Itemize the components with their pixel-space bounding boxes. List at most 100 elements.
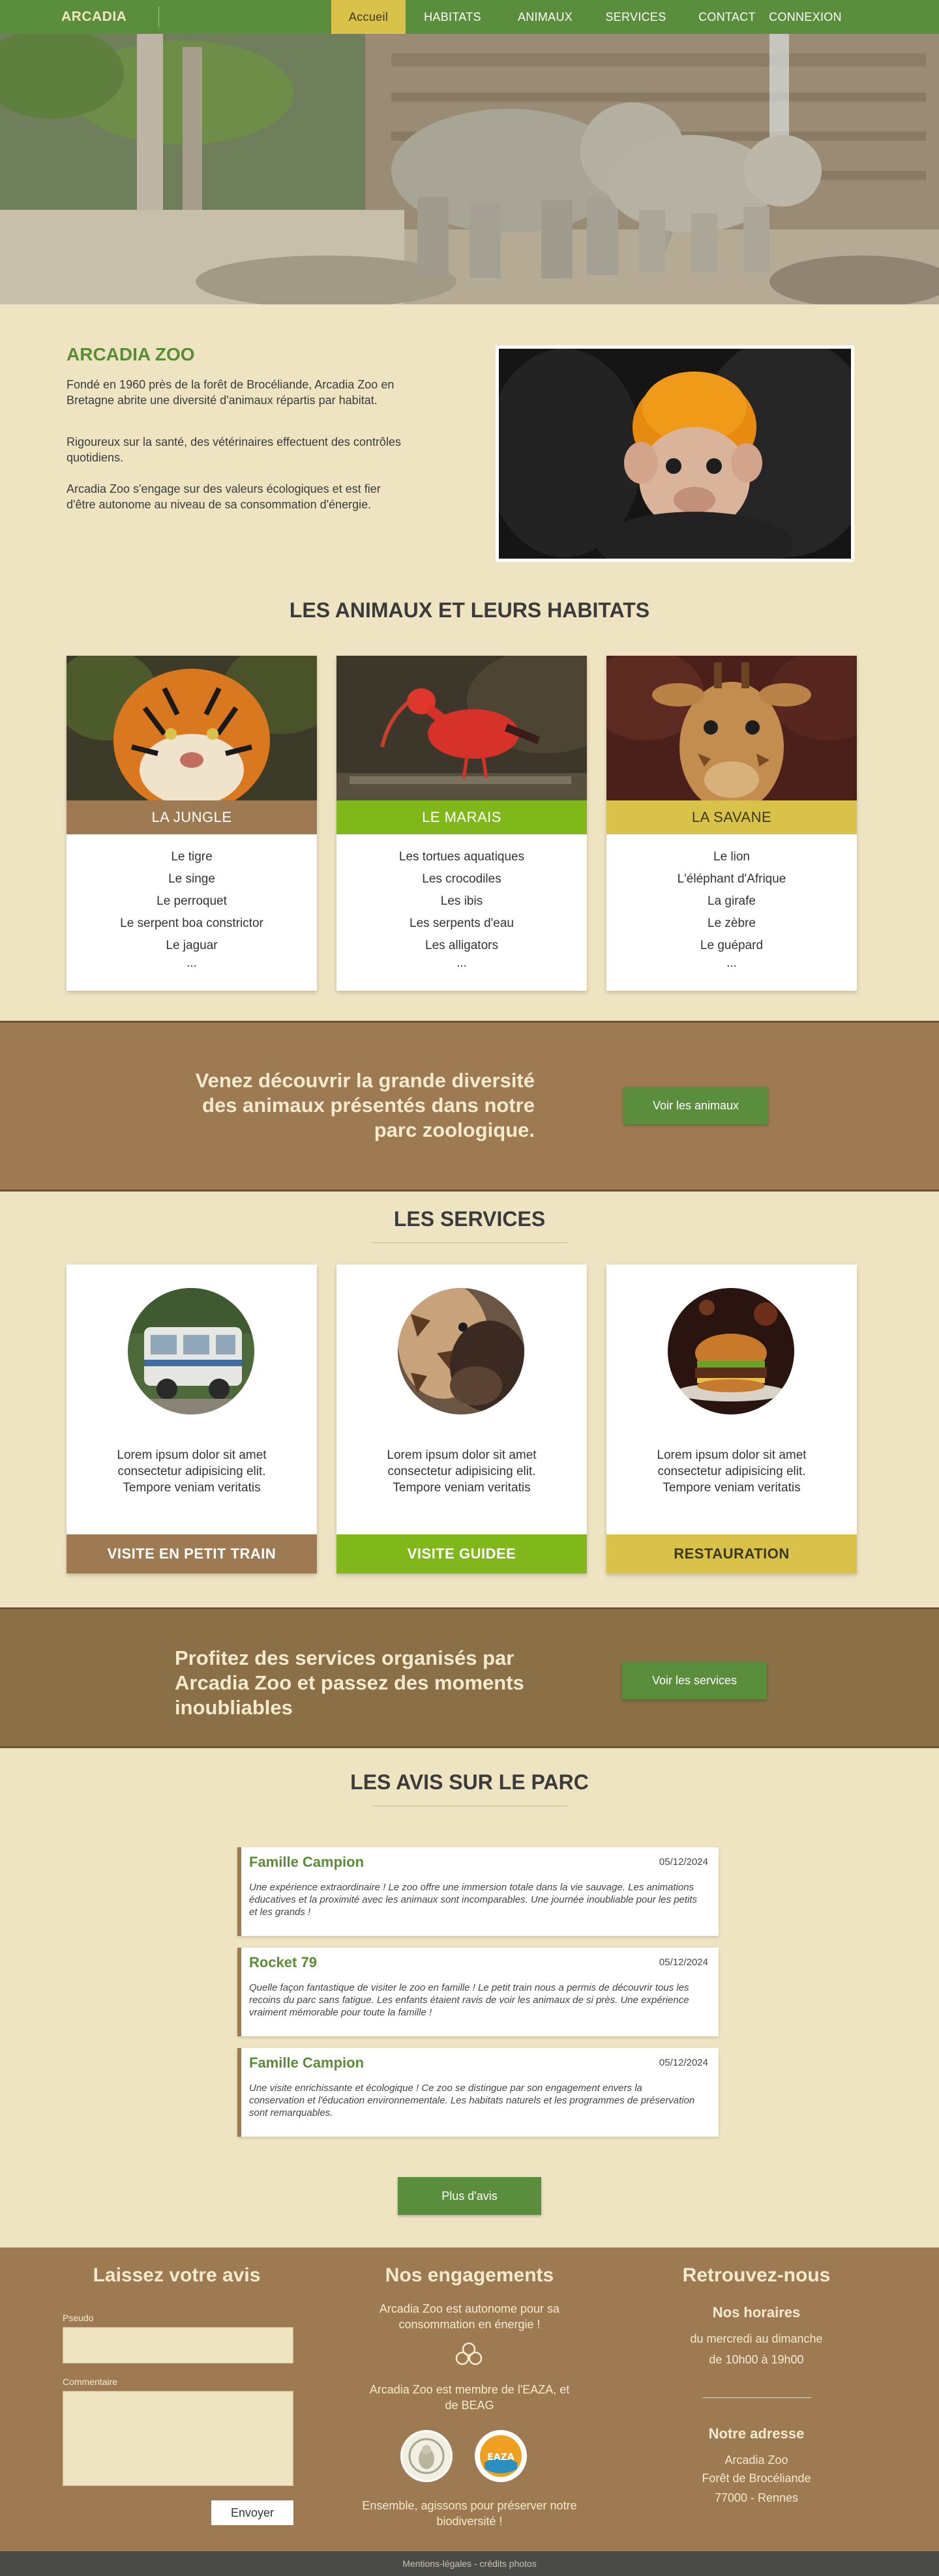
address-title: Notre adresse (708, 2425, 805, 2442)
nav-connexion[interactable]: CONNEXION (769, 0, 841, 34)
list-item: Le perroquet (156, 894, 227, 908)
giraffe-photo (606, 656, 857, 800)
see-animals-button[interactable]: Voir les animaux (623, 1087, 768, 1124)
more-reviews-button[interactable]: Plus d'avis (398, 2177, 541, 2215)
hours-time: de 10h00 à 19h00 (709, 2353, 804, 2366)
services-section-title: LES SERVICES (393, 1207, 546, 1231)
engagements-membership-text: Arcadia Zoo est membre de l'EAZA, et de … (369, 2383, 570, 2412)
legal-links[interactable]: Mentions-légales - crédits photos (402, 2558, 536, 2569)
train-photo (128, 1288, 254, 1414)
see-services-button[interactable]: Voir les services (622, 1661, 767, 1699)
eaza-logo-text: EAZA (487, 2452, 514, 2463)
submit-review-button[interactable]: Envoyer (211, 2500, 293, 2525)
service-card-restaurant[interactable]: Lorem ipsum dolor sit amet consectetur a… (606, 1265, 857, 1573)
review-text: Une visite enrichissante et écologique !… (249, 2083, 695, 2118)
review-text: Une expérience extraordinaire ! Le zoo o… (249, 1882, 698, 1918)
engagements-biodiversity-text: Ensemble, agissons pour préserver notre … (362, 2499, 577, 2528)
footer: Laissez votre avis Pseudo Commentaire En… (0, 2247, 939, 2551)
engagements-title: Nos engagements (385, 2264, 554, 2286)
habitat-card-savane[interactable]: LA SAVANE Le lion L'éléphant d'Afrique L… (606, 656, 857, 991)
habitat-jungle-animal-list: Le tigre Le singe Le perroquet Le serpen… (67, 846, 317, 970)
list-item: Le lion (713, 850, 750, 864)
list-item: Les crocodiles (422, 872, 501, 886)
habitat-marais-title: LE MARAIS (336, 800, 587, 834)
service-guided-description: Lorem ipsum dolor sit amet consectetur a… (387, 1448, 537, 1495)
review-author: Famille Campion (249, 1854, 365, 1870)
contact-divider (703, 2397, 811, 2398)
review-text: Quelle façon fantastique de visiter le z… (249, 1982, 689, 2018)
comment-label: Commentaire (63, 2377, 118, 2387)
animals-banner-text: Venez découvrir la grande diversité des … (195, 1069, 535, 1141)
list-item: ... (186, 956, 197, 970)
review-form-title: Laissez votre avis (93, 2264, 261, 2286)
restaurant-burger-photo (668, 1288, 794, 1414)
review-card: Famille Campion 05/12/2024 Une expérienc… (237, 1847, 719, 1936)
list-item: L'éléphant d'Afrique (677, 872, 786, 886)
nav-links: Accueil HABITATS ANIMAUX SERVICES CONTAC… (331, 0, 842, 34)
habitat-card-jungle[interactable]: LA JUNGLE Le tigre Le singe Le perroquet… (67, 656, 317, 991)
pseudo-input[interactable] (63, 2327, 293, 2364)
brand-divider (158, 7, 159, 27)
habitat-savane-title: LA SAVANE (606, 800, 857, 834)
services-title-underline (372, 1242, 567, 1243)
address-line-1: Arcadia Zoo (724, 2453, 788, 2466)
top-navbar: ARCADIA Accueil HABITATS ANIMAUX SERVICE… (0, 0, 939, 34)
list-item: Le tigre (171, 850, 213, 864)
review-card: Rocket 79 05/12/2024 Quelle façon fantas… (237, 1948, 719, 2036)
nav-habitats[interactable]: HABITATS (406, 0, 499, 34)
ibis-photo (336, 656, 587, 800)
address-line-3: 77000 - Rennes (714, 2491, 799, 2504)
hours-days: du mercredi au dimanche (690, 2332, 823, 2345)
ecology-flower-icon (453, 2341, 485, 2370)
services-banner-text: Profitez des services organisés par Arca… (175, 1647, 524, 1719)
comment-textarea[interactable] (63, 2391, 293, 2486)
review-author: Rocket 79 (249, 1954, 317, 1970)
list-item: Les alligators (425, 939, 498, 952)
service-guided-title: VISITE GUIDEE (336, 1534, 587, 1573)
eaza-logo: EAZA (475, 2430, 527, 2482)
nav-accueil[interactable]: Accueil (331, 0, 406, 34)
list-item: Les ibis (440, 894, 483, 908)
nav-services[interactable]: SERVICES (591, 0, 681, 34)
guided-visit-photo (398, 1288, 524, 1414)
animals-banner: Venez découvrir la grande diversité des … (0, 1021, 939, 1192)
services-banner: Profitez des services organisés par Arca… (0, 1607, 939, 1748)
list-item: ... (456, 956, 467, 970)
about-monkey-photo (496, 345, 854, 562)
pseudo-label: Pseudo (63, 2313, 94, 2323)
about-title: ARCADIA ZOO (67, 344, 195, 364)
habitat-savane-animal-list: Le lion L'éléphant d'Afrique La girafe L… (606, 846, 857, 970)
nav-contact[interactable]: CONTACT (681, 0, 773, 34)
address-line-2: Forêt de Brocéliande (702, 2472, 811, 2485)
list-item: Les tortues aquatiques (398, 850, 525, 864)
hours-title: Nos horaires (712, 2304, 801, 2320)
list-item: ... (726, 956, 737, 970)
beag-logo (400, 2430, 453, 2482)
review-date: 05/12/2024 (659, 2057, 708, 2068)
list-item: Le jaguar (166, 939, 218, 952)
tiger-photo (67, 656, 317, 800)
habitats-section-title: LES ANIMAUX ET LEURS HABITATS (289, 598, 650, 622)
review-card: Famille Campion 05/12/2024 Une visite en… (237, 2048, 719, 2137)
habitat-jungle-title: LA JUNGLE (67, 800, 317, 834)
engagements-energy-text: Arcadia Zoo est autonome pour sa consomm… (379, 2302, 560, 2331)
review-date: 05/12/2024 (659, 1856, 708, 1867)
about-paragraph-3: Arcadia Zoo s'engage sur des valeurs éco… (67, 482, 381, 511)
list-item: Les serpents d'eau (410, 916, 514, 930)
nav-animaux[interactable]: ANIMAUX (499, 0, 591, 34)
about-paragraph-1: Fondé en 1960 près de la forêt de Brocél… (67, 378, 395, 407)
service-restaurant-title: RESTAURATION (606, 1534, 857, 1573)
habitat-card-marais[interactable]: LE MARAIS Les tortues aquatiques Les cro… (336, 656, 587, 991)
service-train-description: Lorem ipsum dolor sit amet consectetur a… (117, 1448, 267, 1495)
habitat-marais-animal-list: Les tortues aquatiques Les crocodiles Le… (336, 846, 587, 970)
list-item: Le guépard (700, 939, 764, 952)
contact-title: Retrouvez-nous (682, 2264, 831, 2286)
list-item: Le zèbre (708, 916, 756, 930)
service-card-guided[interactable]: Lorem ipsum dolor sit amet consectetur a… (336, 1265, 587, 1573)
service-train-title: VISITE EN PETIT TRAIN (67, 1534, 317, 1573)
hero-elephants-image (0, 34, 939, 304)
about-paragraph-2: Rigoureux sur la santé, des vétérinaires… (67, 435, 401, 464)
review-author: Famille Campion (249, 2055, 365, 2071)
brand-logo[interactable]: ARCADIA (61, 9, 127, 25)
service-card-train[interactable]: Lorem ipsum dolor sit amet consectetur a… (67, 1265, 317, 1573)
